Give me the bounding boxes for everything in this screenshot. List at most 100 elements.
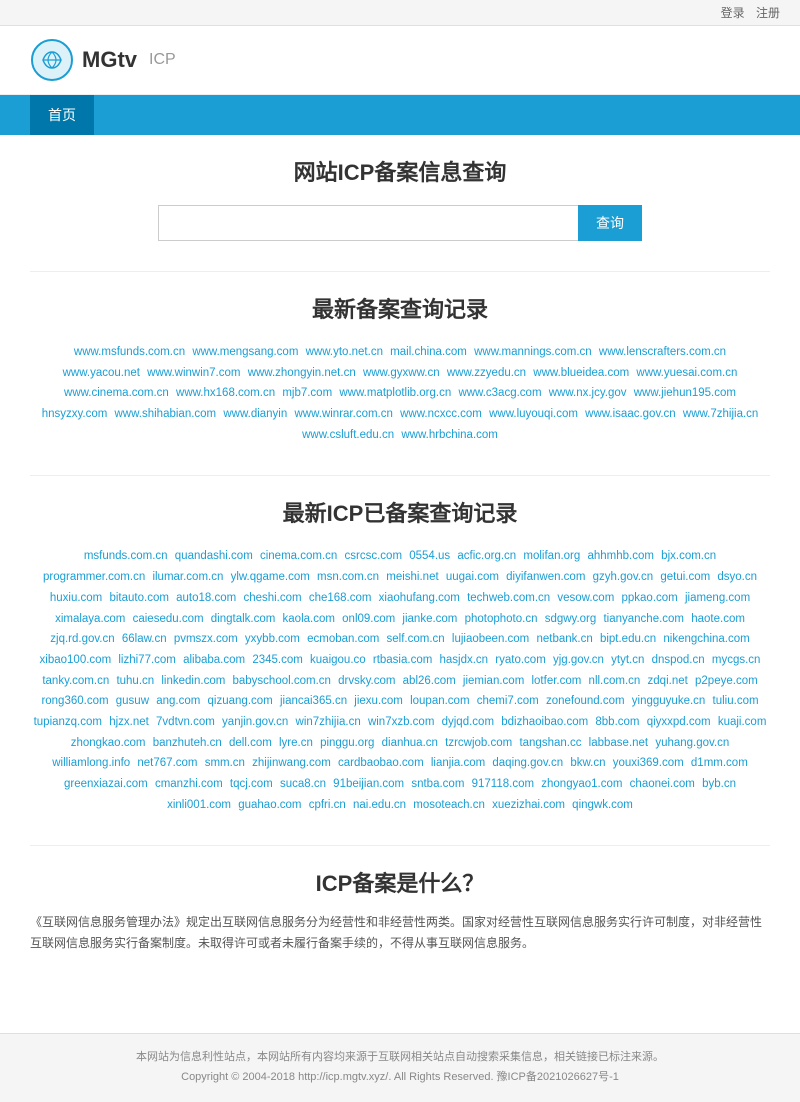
icp-query-link[interactable]: loupan.com [410, 695, 469, 707]
recent-query-link[interactable]: www.luyouqi.com [489, 408, 578, 420]
icp-query-link[interactable]: mycgs.cn [712, 654, 761, 666]
icp-query-link[interactable]: yingguyuke.cn [632, 695, 706, 707]
recent-query-link[interactable]: www.hx168.com.cn [176, 387, 275, 399]
icp-query-link[interactable]: chaonei.com [630, 778, 695, 790]
icp-query-link[interactable]: sntba.com [411, 778, 464, 790]
icp-query-link[interactable]: 0554.us [409, 550, 450, 562]
recent-query-link[interactable]: www.winrar.com.cn [294, 408, 392, 420]
icp-query-link[interactable]: dsyo.cn [717, 571, 757, 583]
icp-query-link[interactable]: rong360.com [41, 695, 108, 707]
recent-query-link[interactable]: www.matplotlib.org.cn [339, 387, 451, 399]
icp-query-link[interactable]: cpfri.cn [309, 799, 346, 811]
icp-query-link[interactable]: qizuang.com [208, 695, 273, 707]
icp-query-link[interactable]: ahhmhb.com [587, 550, 653, 562]
icp-query-link[interactable]: youxi369.com [613, 757, 684, 769]
icp-query-link[interactable]: smm.cn [205, 757, 245, 769]
icp-query-link[interactable]: yxybb.com [245, 633, 300, 645]
recent-query-link[interactable]: www.zhongyin.net.cn [248, 367, 356, 379]
icp-query-link[interactable]: acfic.org.cn [457, 550, 516, 562]
icp-query-link[interactable]: p2peye.com [695, 675, 758, 687]
icp-query-link[interactable]: lyre.cn [279, 737, 313, 749]
icp-query-link[interactable]: huxiu.com [50, 592, 102, 604]
recent-query-link[interactable]: www.mengsang.com [192, 346, 298, 358]
icp-query-link[interactable]: nikengchina.com [663, 633, 749, 645]
icp-query-link[interactable]: ylw.qgame.com [231, 571, 310, 583]
icp-query-link[interactable]: xuezizhai.com [492, 799, 565, 811]
icp-query-link[interactable]: babyschool.com.cn [233, 675, 331, 687]
icp-query-link[interactable]: ppkao.com [621, 592, 677, 604]
icp-query-link[interactable]: kaola.com [283, 613, 335, 625]
icp-query-link[interactable]: msfunds.com.cn [84, 550, 168, 562]
icp-query-link[interactable]: linkedin.com [161, 675, 225, 687]
icp-query-link[interactable]: bipt.edu.cn [600, 633, 656, 645]
recent-query-link[interactable]: www.blueidea.com [533, 367, 629, 379]
icp-query-link[interactable]: williamlong.info [52, 757, 130, 769]
icp-query-link[interactable]: 917118.com [472, 778, 534, 790]
icp-query-link[interactable]: tangshan.cc [519, 737, 581, 749]
recent-query-link[interactable]: www.cinema.com.cn [64, 387, 169, 399]
icp-query-link[interactable]: gzyh.gov.cn [593, 571, 654, 583]
icp-query-link[interactable]: dnspod.cn [652, 654, 705, 666]
icp-query-link[interactable]: auto18.com [176, 592, 236, 604]
icp-query-link[interactable]: quandashi.com [175, 550, 253, 562]
icp-query-link[interactable]: pvmszx.com [174, 633, 238, 645]
icp-query-link[interactable]: cmanzhi.com [155, 778, 223, 790]
icp-query-link[interactable]: diyifanwen.com [506, 571, 585, 583]
icp-query-link[interactable]: bkw.cn [570, 757, 605, 769]
icp-query-link[interactable]: drvsky.com [338, 675, 395, 687]
icp-query-link[interactable]: ang.com [156, 695, 200, 707]
icp-query-link[interactable]: hjzx.net [109, 716, 149, 728]
icp-query-link[interactable]: lotfer.com [531, 675, 581, 687]
recent-query-link[interactable]: mjb7.com [282, 387, 332, 399]
icp-query-link[interactable]: tuliu.com [713, 695, 759, 707]
icp-query-link[interactable]: zhijinwang.com [252, 757, 331, 769]
recent-query-link[interactable]: www.jiehun195.com [634, 387, 736, 399]
icp-query-link[interactable]: meishi.net [386, 571, 438, 583]
icp-query-link[interactable]: msn.com.cn [317, 571, 379, 583]
icp-query-link[interactable]: chemi7.com [477, 695, 539, 707]
icp-query-link[interactable]: tianyanche.com [603, 613, 684, 625]
icp-query-link[interactable]: 91beijian.com [333, 778, 404, 790]
icp-query-link[interactable]: net767.com [137, 757, 197, 769]
icp-query-link[interactable]: hasjdx.cn [440, 654, 489, 666]
icp-query-link[interactable]: labbase.net [589, 737, 648, 749]
icp-query-link[interactable]: jianke.com [402, 613, 457, 625]
icp-query-link[interactable]: zonefound.com [546, 695, 625, 707]
recent-query-link[interactable]: www.isaac.gov.cn [585, 408, 676, 420]
icp-query-link[interactable]: photophoto.cn [465, 613, 538, 625]
icp-query-link[interactable]: netbank.cn [536, 633, 592, 645]
recent-query-link[interactable]: www.mannings.com.cn [474, 346, 592, 358]
icp-query-link[interactable]: xibao100.com [40, 654, 112, 666]
icp-query-link[interactable]: guahao.com [238, 799, 301, 811]
recent-query-link[interactable]: www.nx.jcy.gov [549, 387, 627, 399]
icp-query-link[interactable]: haote.com [691, 613, 745, 625]
icp-query-link[interactable]: abl26.com [403, 675, 456, 687]
icp-query-link[interactable]: bdizhaoibao.com [501, 716, 588, 728]
icp-query-link[interactable]: d1mm.com [691, 757, 748, 769]
icp-query-link[interactable]: kuaji.com [718, 716, 767, 728]
icp-query-link[interactable]: gusuw [116, 695, 149, 707]
icp-query-link[interactable]: dell.com [229, 737, 272, 749]
icp-query-link[interactable]: bitauto.com [109, 592, 168, 604]
icp-query-link[interactable]: win7xzb.com [368, 716, 434, 728]
icp-query-link[interactable]: alibaba.com [183, 654, 245, 666]
icp-query-link[interactable]: suca8.cn [280, 778, 326, 790]
recent-query-link[interactable]: mail.china.com [390, 346, 467, 358]
recent-query-link[interactable]: www.shihabian.com [115, 408, 217, 420]
icp-query-link[interactable]: jiameng.com [685, 592, 750, 604]
register-link[interactable]: 注册 [756, 6, 780, 20]
icp-query-link[interactable]: dyjqd.com [442, 716, 494, 728]
icp-query-link[interactable]: tanky.com.cn [42, 675, 109, 687]
icp-query-link[interactable]: molifan.org [523, 550, 580, 562]
icp-query-link[interactable]: cardbaobao.com [338, 757, 424, 769]
icp-query-link[interactable]: dianhua.cn [382, 737, 438, 749]
icp-query-link[interactable]: cinema.com.cn [260, 550, 337, 562]
recent-query-link[interactable]: hnsyzxy.com [42, 408, 108, 420]
icp-query-link[interactable]: cheshi.com [243, 592, 301, 604]
recent-query-link[interactable]: www.lenscrafters.com.cn [599, 346, 726, 358]
icp-query-link[interactable]: xiaohufang.com [379, 592, 460, 604]
recent-query-link[interactable]: www.msfunds.com.cn [74, 346, 185, 358]
recent-query-link[interactable]: www.winwin7.com [147, 367, 240, 379]
recent-query-link[interactable]: www.yto.net.cn [306, 346, 383, 358]
icp-query-link[interactable]: pinggu.org [320, 737, 374, 749]
